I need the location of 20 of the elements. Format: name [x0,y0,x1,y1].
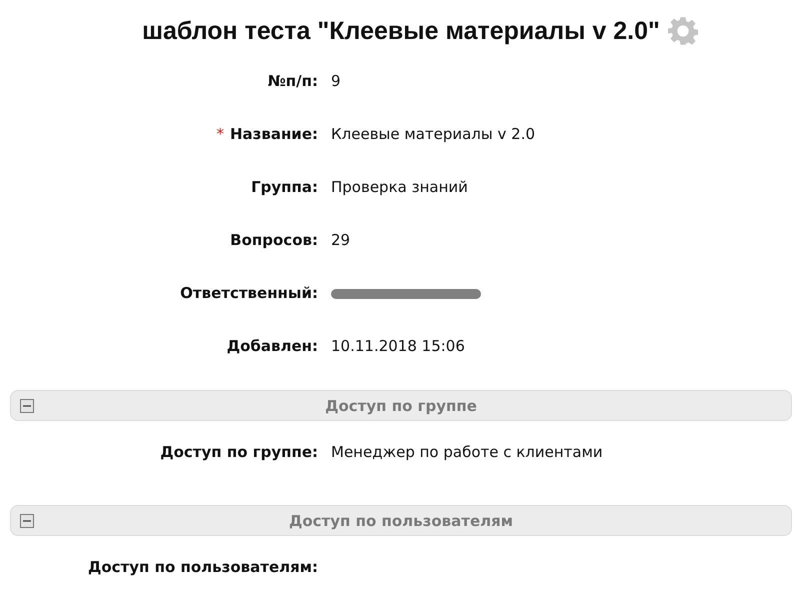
field-label: Название: [230,125,318,143]
field-value: Менеджер по работе с клиентами [331,443,603,461]
field-label: №п/п: [268,72,318,90]
section-title: Доступ по группе [325,396,477,414]
field-value: 10.11.2018 15:06 [331,337,465,355]
field-label: Вопросов: [230,231,318,249]
field-label: Добавлен: [226,337,318,355]
field-label: Доступ по пользователям: [88,558,318,576]
field-value: Проверка знаний [331,178,468,196]
section-title: Доступ по пользователям [288,512,514,530]
required-mark: * [216,125,224,143]
collapse-icon[interactable] [20,398,34,412]
field-label: Ответственный: [180,284,318,302]
field-value: Клеевые материалы v 2.0 [331,125,536,143]
collapse-icon[interactable] [20,514,34,528]
field-label: Доступ по группе: [160,443,318,461]
page-title: шаблон теста "Клеевые материалы v 2.0" [141,16,660,46]
field-value: 29 [331,231,350,249]
field-value: 9 [331,72,341,90]
field-label: Группа: [251,178,318,196]
